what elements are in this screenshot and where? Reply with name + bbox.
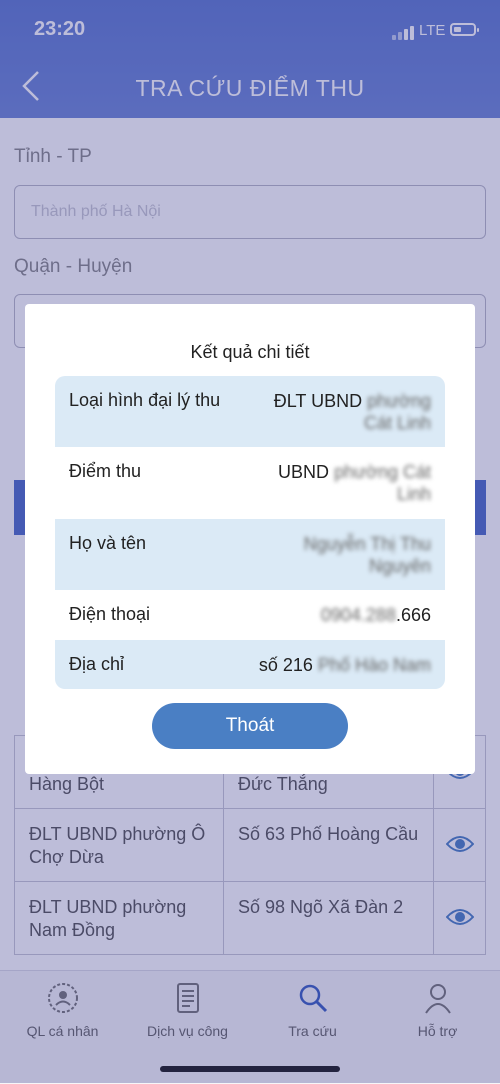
detail-value: Nguyễn Thị Thu Nguyên bbox=[303, 534, 431, 576]
detail-row-address: Địa chỉ số 216 Phố Hào Nam bbox=[55, 640, 445, 689]
detail-value: UBND phường Cát Linh bbox=[278, 462, 431, 504]
modal-title: Kết quả chi tiết bbox=[190, 342, 310, 362]
detail-row-agent-type: Loại hình đại lý thu ĐLT UBND phường Cát… bbox=[55, 376, 445, 447]
detail-list: Loại hình đại lý thu ĐLT UBND phường Cát… bbox=[55, 376, 445, 689]
detail-key: Họ và tên bbox=[69, 533, 147, 553]
detail-row-full-name: Họ và tên Nguyễn Thị Thu Nguyên bbox=[55, 519, 445, 590]
detail-value: số 216 Phố Hào Nam bbox=[258, 655, 431, 675]
detail-value: 0904.288.666 bbox=[320, 605, 431, 625]
detail-key: Địa chỉ bbox=[69, 654, 125, 674]
detail-key: Điểm thu bbox=[69, 461, 142, 481]
detail-row-collection-point: Điểm thu UBND phường Cát Linh bbox=[55, 447, 445, 519]
detail-modal: Kết quả chi tiết Loại hình đại lý thu ĐL… bbox=[25, 304, 475, 774]
detail-row-phone: Điện thoại 0904.288.666 bbox=[55, 590, 445, 640]
detail-value: ĐLT UBND phường Cát Linh bbox=[273, 391, 431, 433]
detail-key: Điện thoại bbox=[69, 604, 151, 624]
lookup-screen: 23:20 LTE TRA CỨU ĐIỂM THU Tỉnh - TP Thà… bbox=[0, 0, 500, 1084]
close-button[interactable]: Thoát bbox=[152, 703, 348, 749]
detail-key: Loại hình đại lý thu bbox=[69, 390, 221, 410]
